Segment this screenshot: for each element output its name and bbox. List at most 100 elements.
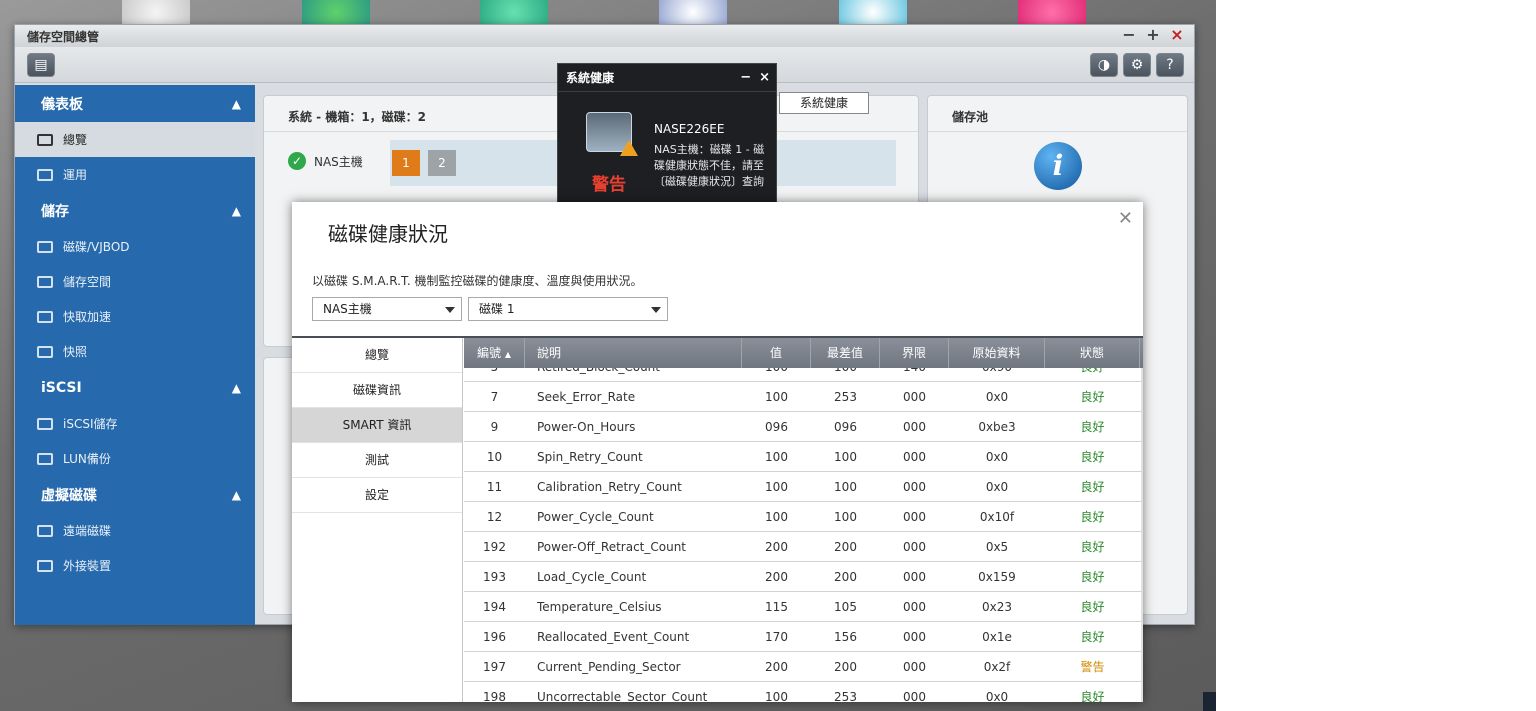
sidebar-item-storage-space[interactable]: 儲存空間 [15, 264, 255, 299]
cell-desc: Power_Cycle_Count [537, 510, 654, 524]
snapshot-tool-icon[interactable]: ◑ [1090, 53, 1118, 77]
sidebar-item-overview[interactable]: 總覽 [15, 122, 255, 157]
sidebar-item-utilization[interactable]: 運用 [15, 157, 255, 192]
cell-raw: 0xbe3 [978, 420, 1016, 434]
cell-desc: Temperature_Celsius [537, 600, 662, 614]
smart-table-header: 編號 ▲ 說明 值 最差值 界限 原始資料 狀態 [464, 338, 1143, 368]
cell-threshold: 000 [903, 480, 926, 494]
table-row[interactable]: 12 Power_Cycle_Count 100 100 000 0x10f 良好 [464, 502, 1141, 532]
minimize-icon[interactable]: − [1120, 26, 1138, 44]
cell-raw: 0x10f [979, 510, 1015, 524]
sidebar-section-iscsi[interactable]: iSCSI ▲ [15, 369, 255, 406]
window-controls: − + × [1120, 26, 1186, 44]
table-row[interactable]: 7 Seek_Error_Rate 100 253 000 0x0 良好 [464, 382, 1141, 412]
cell-threshold: 000 [903, 570, 926, 584]
cell-threshold: 000 [903, 390, 926, 404]
lun-backup-icon [37, 452, 53, 465]
gear-icon[interactable]: ⚙ [1123, 53, 1151, 77]
table-row[interactable]: 193 Load_Cycle_Count 200 200 000 0x159 良好 [464, 562, 1141, 592]
cell-value: 170 [765, 630, 788, 644]
table-row[interactable]: 196 Reallocated_Event_Count 170 156 000 0x1e 良… [464, 622, 1141, 652]
cell-value: 100 [765, 510, 788, 524]
table-row[interactable]: 197 Current_Pending_Sector 200 200 000 0x2f 警告 [464, 652, 1141, 682]
column-header-value[interactable]: 值 [742, 338, 811, 368]
menu-item-overview[interactable]: 總覽 [292, 338, 462, 373]
cell-status: 良好 [1080, 480, 1105, 494]
close-icon[interactable]: × [1168, 26, 1186, 44]
sidebar-section-dashboard[interactable]: 儀表板 ▲ [15, 85, 255, 122]
cell-status: 良好 [1080, 420, 1105, 434]
host-select[interactable]: NAS主機 [312, 297, 462, 321]
cell-value: 096 [765, 420, 788, 434]
iscsi-icon [37, 417, 53, 430]
column-header-desc[interactable]: 說明 [525, 338, 742, 368]
table-row[interactable]: 198 Uncorrectable_Sector_Count 100 253 000 0x… [464, 682, 1141, 702]
minimize-icon[interactable]: − [740, 70, 751, 85]
smart-table-body[interactable]: 5Retired_Block_Count1001001400x90良好7Seek… [464, 368, 1141, 702]
cell-worst: 100 [811, 368, 880, 381]
help-icon[interactable]: ? [1156, 53, 1184, 77]
chevron-down-icon [445, 307, 455, 313]
cell-desc: Spin_Retry_Count [537, 450, 643, 464]
smart-rows: 5Retired_Block_Count1001001400x90良好7Seek… [464, 368, 1141, 702]
table-row[interactable]: 192 Power-Off_Retract_Count 200 200 000 0x5 良好 [464, 532, 1141, 562]
sidebar-item-remote-disk[interactable]: 遠端磁碟 [15, 513, 255, 548]
cell-no: 10 [486, 450, 503, 464]
sidebar-item-lun-backup[interactable]: LUN備份 [15, 441, 255, 476]
system-health-title: 系統健康 [566, 71, 615, 85]
smart-table: 編號 ▲ 說明 值 最差值 界限 原始資料 狀態 5Retired_Block_… [464, 338, 1143, 702]
dialog-description: 以磁碟 S.M.A.R.T. 機制監控磁碟的健康度、溫度與使用狀況。 [312, 274, 643, 288]
cell-worst: 100 [834, 450, 857, 464]
cell-status: 警告 [1080, 660, 1105, 674]
taskbar-corner [1203, 692, 1216, 711]
system-health-button[interactable]: 系統健康 [779, 92, 869, 114]
column-header-worst[interactable]: 最差值 [811, 338, 880, 368]
menu-item-disk-info[interactable]: 磁碟資訊 [292, 373, 462, 408]
snapshot-icon [37, 345, 53, 358]
maximize-icon[interactable]: + [1144, 26, 1162, 44]
sidebar-item-disks[interactable]: 磁碟/VJBOD [15, 229, 255, 264]
close-icon[interactable]: ✕ [1118, 208, 1133, 229]
cell-raw: 0x159 [978, 570, 1016, 584]
cell-threshold: 000 [903, 450, 926, 464]
remote-disk-icon [37, 524, 53, 537]
menu-item-test[interactable]: 測試 [292, 443, 462, 478]
menu-item-smart-info[interactable]: SMART 資訊 [292, 408, 462, 443]
close-icon[interactable]: × [759, 70, 770, 85]
cell-value: 100 [765, 450, 788, 464]
disk-slot-2[interactable]: 2 [428, 150, 456, 176]
cell-value: 115 [765, 600, 788, 614]
sidebar-item-snapshot[interactable]: 快照 [15, 334, 255, 369]
disk-slot-1[interactable]: 1 [392, 150, 420, 176]
cell-threshold: 000 [903, 600, 926, 614]
table-scrollbar[interactable] [1141, 368, 1143, 702]
cell-desc: Retired_Block_Count [525, 368, 742, 381]
table-row[interactable]: 11 Calibration_Retry_Count 100 100 000 0x0 良好 [464, 472, 1141, 502]
table-row[interactable]: 10 Spin_Retry_Count 100 100 000 0x0 良好 [464, 442, 1141, 472]
table-row[interactable]: 9 Power-On_Hours 096 096 000 0xbe3 良好 [464, 412, 1141, 442]
cell-raw: 0x5 [985, 540, 1009, 554]
window-titlebar[interactable]: 儲存空間總管 − + × [15, 25, 1194, 47]
sidebar-item-iscsi-storage[interactable]: iSCSI儲存 [15, 406, 255, 441]
disk-select[interactable]: 磁碟 1 [468, 297, 668, 321]
sidebar-section-storage[interactable]: 儲存 ▲ [15, 192, 255, 229]
sidebar-item-external-device[interactable]: 外接裝置 [15, 548, 255, 583]
external-device-icon [37, 559, 53, 572]
table-row[interactable]: 5Retired_Block_Count1001001400x90良好 [464, 368, 1141, 382]
sidebar-section-virtual-disk[interactable]: 虛擬磁碟 ▲ [15, 476, 255, 513]
cell-raw: 0x90 [949, 368, 1045, 381]
window-title: 儲存空間總管 [27, 29, 100, 44]
column-header-threshold[interactable]: 界限 [880, 338, 949, 368]
nas-label: NAS主機 [314, 154, 363, 169]
cell-no: 193 [483, 570, 506, 584]
column-header-status[interactable]: 狀態 [1045, 338, 1140, 368]
sidebar-toggle-icon[interactable]: ▤ [27, 53, 55, 77]
sidebar-item-cache[interactable]: 快取加速 [15, 299, 255, 334]
table-row[interactable]: 194 Temperature_Celsius 115 105 000 0x23 良好 [464, 592, 1141, 622]
cell-status: 良好 [1080, 570, 1105, 584]
system-health-header[interactable]: 系統健康 − × [558, 64, 776, 92]
column-header-raw[interactable]: 原始資料 [949, 338, 1045, 368]
column-header-no[interactable]: 編號 ▲ [464, 338, 525, 368]
menu-item-settings[interactable]: 設定 [292, 478, 462, 513]
sort-ascending-icon: ▲ [504, 350, 511, 359]
